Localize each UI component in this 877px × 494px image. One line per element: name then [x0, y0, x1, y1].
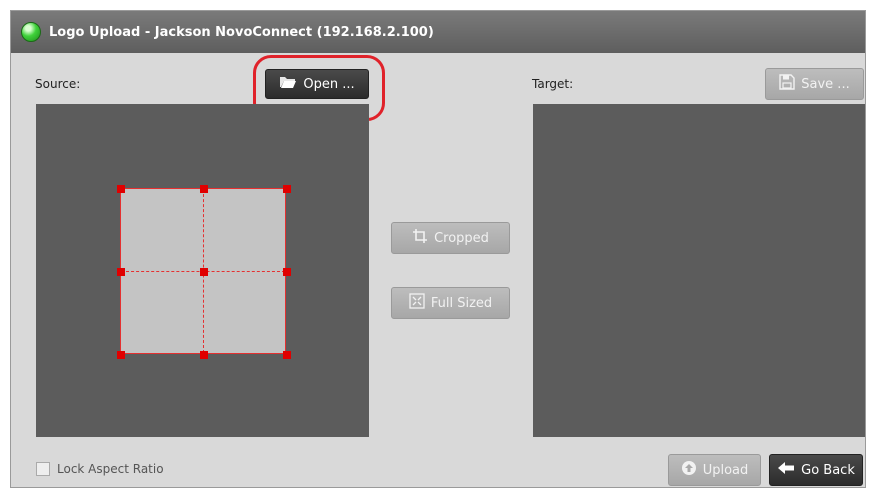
upload-button[interactable]: Upload	[668, 454, 761, 486]
crop-handle-center[interactable]	[200, 268, 208, 276]
floppy-disk-icon	[779, 74, 795, 94]
crop-handle-bottom-left[interactable]	[117, 351, 125, 359]
crop-selection[interactable]	[117, 185, 291, 359]
full-sized-button-label: Full Sized	[430, 295, 493, 311]
go-back-button[interactable]: Go Back	[769, 454, 863, 486]
full-sized-button[interactable]: Full Sized	[391, 287, 510, 319]
lock-aspect-ratio-label: Lock Aspect Ratio	[57, 462, 164, 476]
crop-icon	[412, 228, 428, 248]
crop-handle-top-right[interactable]	[283, 185, 291, 193]
source-label: Source:	[35, 77, 81, 91]
go-back-button-label: Go Back	[801, 462, 855, 478]
upload-circle-icon	[681, 460, 697, 480]
save-button[interactable]: Save ...	[765, 68, 864, 100]
open-button-label: Open ...	[303, 76, 355, 92]
arrow-left-icon	[777, 461, 795, 479]
crop-handle-top[interactable]	[200, 185, 208, 193]
target-label: Target:	[532, 77, 574, 91]
source-preview	[36, 104, 369, 437]
target-preview	[533, 104, 865, 437]
window-title: Logo Upload - Jackson NovoConnect (192.1…	[49, 24, 434, 40]
cropped-button-label: Cropped	[434, 230, 489, 246]
status-light-icon	[21, 22, 41, 42]
save-button-label: Save ...	[801, 76, 850, 92]
crop-handle-left[interactable]	[117, 268, 125, 276]
crop-handle-top-left[interactable]	[117, 185, 125, 193]
crop-handle-bottom-right[interactable]	[283, 351, 291, 359]
crop-handle-right[interactable]	[283, 268, 291, 276]
fit-to-screen-icon	[409, 293, 425, 313]
lock-aspect-ratio-checkbox[interactable]	[36, 462, 50, 476]
open-button[interactable]: Open ...	[265, 69, 369, 99]
crop-handle-bottom[interactable]	[200, 351, 208, 359]
logo-upload-window: Logo Upload - Jackson NovoConnect (192.1…	[10, 10, 866, 488]
cropped-button[interactable]: Cropped	[391, 222, 510, 254]
title-bar: Logo Upload - Jackson NovoConnect (192.1…	[11, 11, 865, 53]
folder-open-icon	[279, 75, 297, 93]
upload-button-label: Upload	[702, 462, 749, 478]
